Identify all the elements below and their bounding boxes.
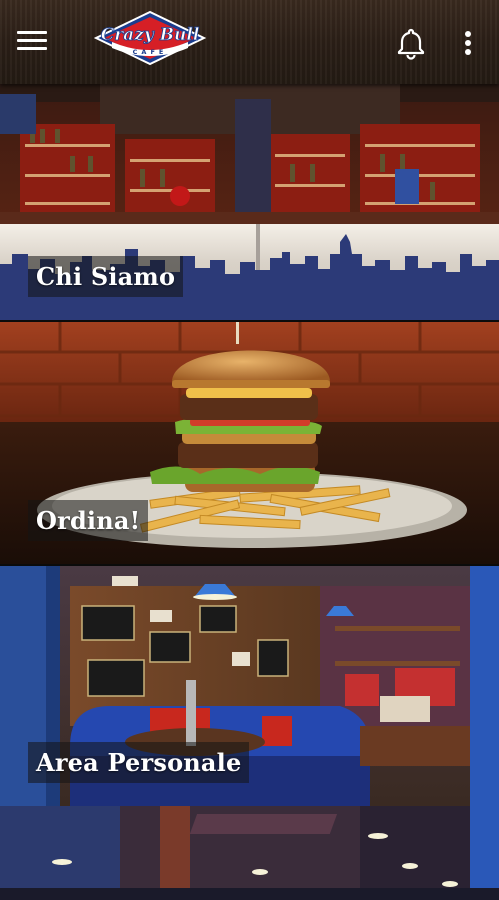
restaurant-hall-image [0, 806, 499, 900]
logo-subtitle: CAFE [133, 48, 168, 56]
crazy-bull-logo: Crazy Bull CAFE [94, 10, 206, 66]
hamburger-menu-icon[interactable] [14, 26, 50, 58]
tile-label: Chi Siamo [28, 256, 184, 297]
tile-partial[interactable] [0, 806, 499, 900]
logo-title: Crazy Bull [101, 25, 200, 45]
tile-chi-siamo[interactable]: Chi Siamo [0, 84, 499, 320]
tile-label: Area Personale [28, 742, 250, 783]
tile-area-personale[interactable]: Area Personale [0, 566, 499, 806]
tile-label: Ordina! [28, 500, 149, 541]
tile-ordina[interactable]: Ordina! [0, 322, 499, 564]
app-toolbar: Crazy Bull CAFE [0, 0, 499, 84]
bell-icon[interactable] [394, 26, 428, 60]
more-vertical-icon[interactable] [456, 26, 480, 60]
